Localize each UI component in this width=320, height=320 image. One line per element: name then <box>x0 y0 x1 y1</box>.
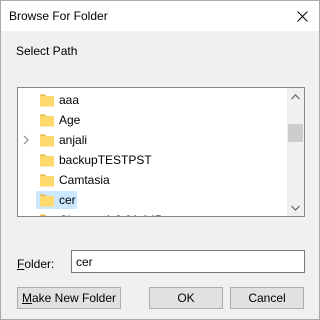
tree-item[interactable]: aaa <box>18 90 287 110</box>
tree-item[interactable]: cer <box>18 190 287 210</box>
scrollbar-thumb[interactable] <box>288 124 303 142</box>
close-button[interactable] <box>285 1 319 31</box>
chevron-right-icon[interactable] <box>22 135 30 145</box>
vertical-scrollbar[interactable] <box>287 88 304 216</box>
tree-item[interactable]: backupTESTPST <box>18 150 287 170</box>
tree-item-label: anjali <box>59 133 88 147</box>
scroll-down-button[interactable] <box>287 199 304 216</box>
chevron-down-icon <box>291 205 300 211</box>
tree-item[interactable]: anjali <box>18 130 287 150</box>
close-icon <box>296 10 308 22</box>
folder-tree-list: aaa Age anjali backupTESTPST Camtasia cer Chro… <box>18 88 287 216</box>
scroll-up-button[interactable] <box>287 88 304 105</box>
folder-icon <box>40 194 54 207</box>
folder-icon <box>40 154 54 167</box>
tree-item-label: Age <box>59 113 81 127</box>
folder-label-text: older: <box>24 257 55 271</box>
tree-item-label: cer <box>59 193 76 207</box>
new-folder-label: ake New Folder <box>31 291 117 305</box>
window-title: Browse For Folder <box>9 9 108 23</box>
folder-icon <box>40 174 54 187</box>
folder-input[interactable] <box>71 250 305 273</box>
make-new-folder-button[interactable]: Make New Folder <box>17 287 121 309</box>
folder-icon <box>40 214 54 216</box>
select-path-label: Select Path <box>16 44 78 58</box>
tree-item-label: Camtasia <box>59 173 110 187</box>
new-folder-accelerator: M <box>21 291 32 305</box>
folder-icon <box>40 94 54 107</box>
ok-button[interactable]: OK <box>149 287 223 309</box>
tree-item-label: backupTESTPST <box>59 153 152 167</box>
folder-icon <box>40 134 54 147</box>
folder-icon <box>40 114 54 127</box>
folder-field-label: Folder: <box>17 257 54 271</box>
tree-item[interactable]: Age <box>18 110 287 130</box>
cancel-button[interactable]: Cancel <box>230 287 304 309</box>
tree-item[interactable]: Chrome 1.2.21.145 <box>18 210 287 216</box>
folder-tree[interactable]: aaa Age anjali backupTESTPST Camtasia cer Chro… <box>17 87 305 217</box>
tree-item[interactable]: Camtasia <box>18 170 287 190</box>
tree-item-label: Chrome 1.2.21.145 <box>58 213 163 216</box>
title-bar[interactable]: Browse For Folder <box>1 1 319 31</box>
browse-for-folder-dialog: Browse For Folder Select Path aaa Age anja… <box>0 0 320 320</box>
tree-item-label: aaa <box>59 93 80 107</box>
chevron-up-icon <box>291 93 300 99</box>
